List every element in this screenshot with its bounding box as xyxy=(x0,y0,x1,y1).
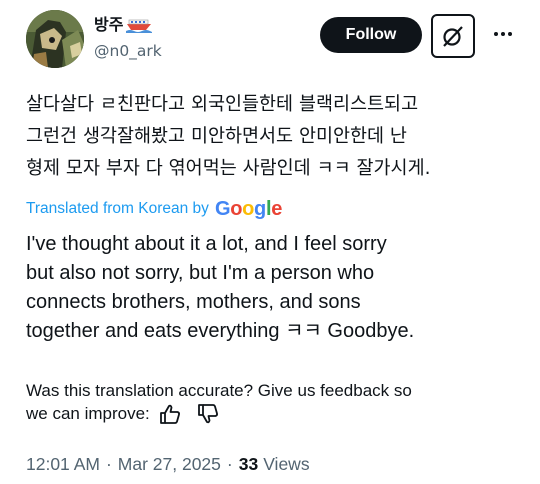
boat-emoji-icon xyxy=(126,17,153,33)
translation-line: I've thought about it a lot, and I feel … xyxy=(26,233,387,255)
meta-separator: · xyxy=(105,454,112,474)
google-logo-letter: o xyxy=(242,198,255,220)
translated-text: I've thought about it a lot, and I feel … xyxy=(26,230,526,346)
meta-separator: · xyxy=(226,454,233,474)
tweet-header: 방주 @n0_ark Follow xyxy=(26,10,526,70)
thumbs-down-icon[interactable] xyxy=(196,403,220,425)
translation-source[interactable]: Translated from Korean by Google xyxy=(26,197,282,221)
more-icon[interactable] xyxy=(488,22,518,46)
display-name-text: 방주 xyxy=(94,15,124,34)
tweet-time[interactable]: 12:01 AM xyxy=(26,453,100,475)
views-count[interactable]: 33 xyxy=(239,453,258,475)
tweet-meta: 12:01 AM · Mar 27, 2025 · 33 Views xyxy=(26,453,310,475)
translation-line: but also not sorry, but I'm a person who xyxy=(26,262,375,284)
feedback-prompt: we can improve: xyxy=(26,404,150,423)
tweet-text: 살다살다 ㄹ친판다고 외국인들한테 블랙리스트되고 그런건 생각잘해봤고 미안하… xyxy=(26,89,526,185)
translation-source-label: Translated from Korean by xyxy=(26,200,209,217)
google-logo-letter: e xyxy=(271,198,283,220)
google-logo-letter: G xyxy=(214,198,231,220)
views-label[interactable]: Views xyxy=(263,453,309,475)
follow-button[interactable]: Follow xyxy=(320,17,422,53)
grok-icon[interactable] xyxy=(431,14,475,58)
avatar-image xyxy=(26,10,84,68)
tweet-date[interactable]: Mar 27, 2025 xyxy=(118,453,221,475)
translation-line: together and eats everything ㅋㅋ Goodbye. xyxy=(26,320,415,342)
google-logo: Google xyxy=(215,197,282,221)
author-info: 방주 @n0_ark xyxy=(94,15,162,61)
display-name[interactable]: 방주 xyxy=(94,15,162,35)
translation-line: connects brothers, mothers, and sons xyxy=(26,291,361,313)
google-logo-letter: g xyxy=(254,198,266,220)
tweet-line: 살다살다 ㄹ친판다고 외국인들한테 블랙리스트되고 xyxy=(26,94,419,115)
google-logo-letter: o xyxy=(230,198,243,220)
avatar[interactable] xyxy=(26,10,84,68)
feedback-question: Was this translation accurate? Give us f… xyxy=(26,381,412,400)
feedback-row: we can improve: xyxy=(26,402,526,425)
author-handle[interactable]: @n0_ark xyxy=(94,41,162,61)
tweet-line: 그런건 생각잘해봤고 미안하면서도 안미안한데 난 xyxy=(26,126,407,147)
thumbs-up-icon[interactable] xyxy=(158,403,182,425)
translation-feedback: Was this translation accurate? Give us f… xyxy=(26,379,526,425)
tweet-line: 형제 모자 부자 다 엮어먹는 사람인데 ㅋㅋ 잘가시게. xyxy=(26,158,431,179)
